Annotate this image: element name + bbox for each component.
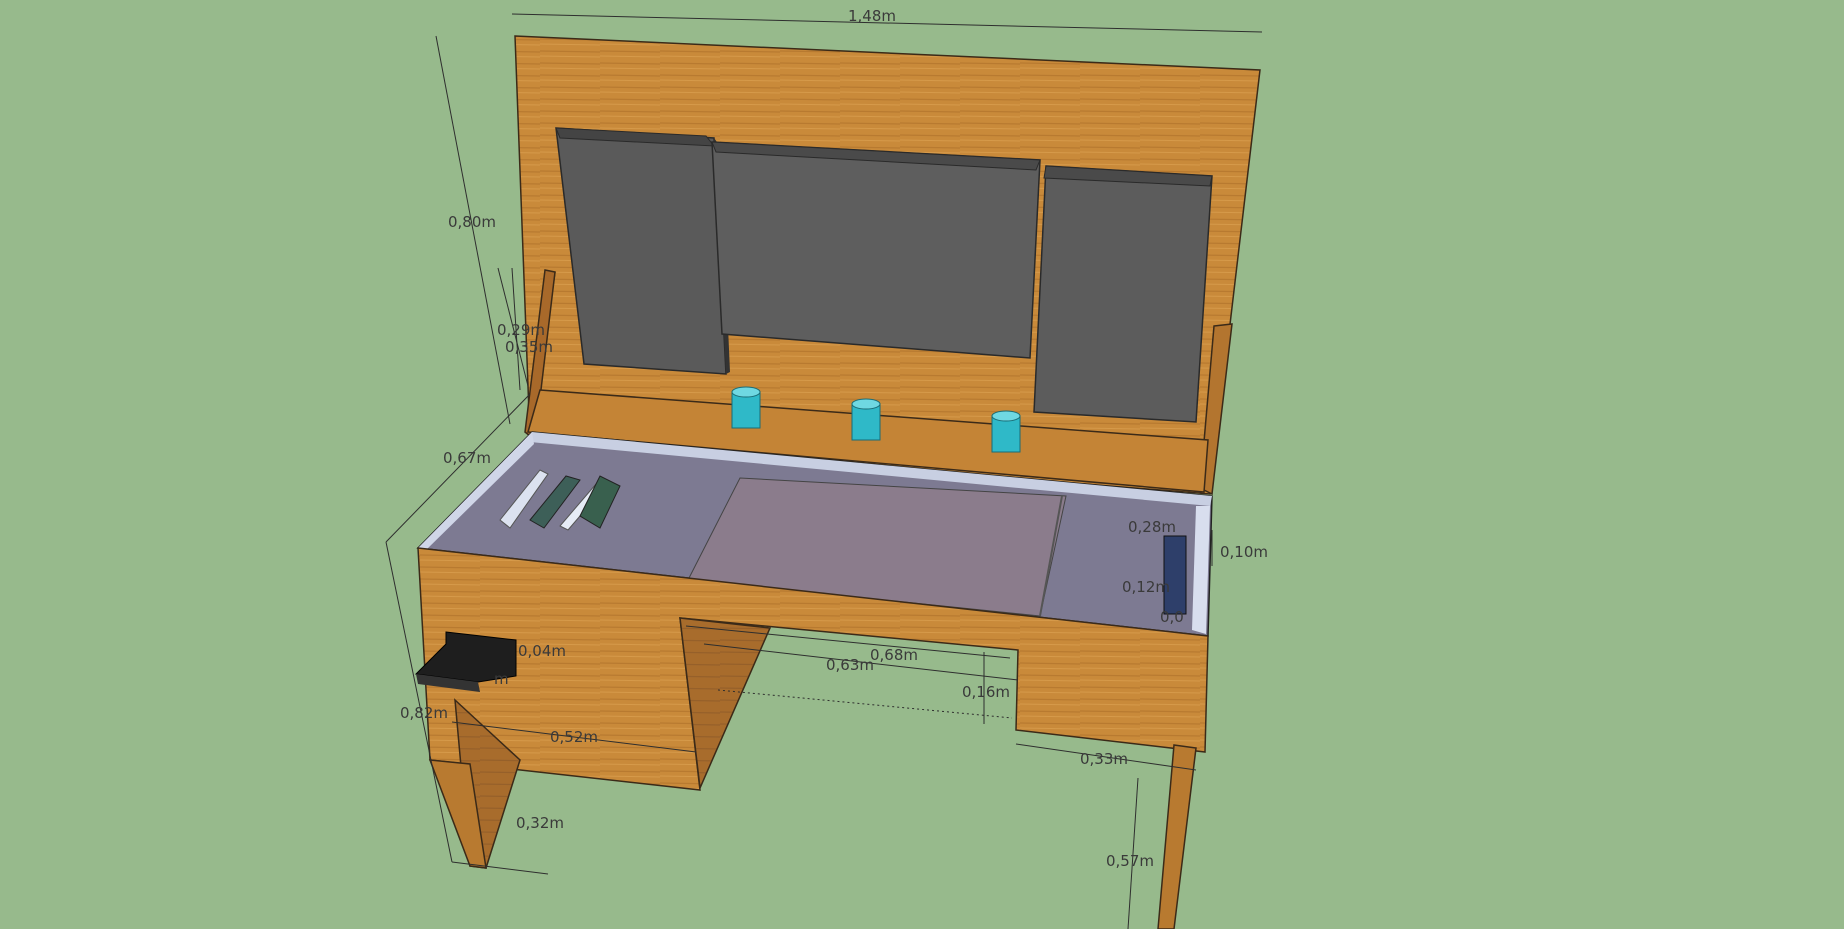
dim-width-top: 1,48m bbox=[848, 7, 896, 25]
dim-leg-height: 0,82m bbox=[400, 704, 448, 722]
dim-right-leg: 0,33m bbox=[1080, 750, 1128, 768]
dim-side-upper: 0,29m bbox=[497, 321, 545, 339]
dim-inner-a: 0,28m bbox=[1128, 518, 1176, 536]
dim-tray-h: 0,04m bbox=[518, 642, 566, 660]
left-monitor bbox=[555, 127, 730, 375]
dim-inner-b: 0,12m bbox=[1122, 578, 1170, 596]
dim-back-height: 0,80m bbox=[448, 213, 496, 231]
right-monitor bbox=[1033, 165, 1213, 423]
inner-item-right bbox=[1163, 535, 1187, 615]
center-monitor bbox=[711, 141, 1041, 359]
dim-tray-w: m bbox=[494, 670, 509, 688]
dim-recess-depth: 0,16m bbox=[962, 683, 1010, 701]
dim-box-height: 0,10m bbox=[1220, 543, 1268, 561]
dim-depth: 0,67m bbox=[443, 449, 491, 467]
cup-left bbox=[731, 386, 761, 429]
cup-right bbox=[991, 410, 1021, 453]
dim-recess-inner: 0,63m bbox=[826, 656, 874, 674]
cup-center bbox=[851, 398, 881, 441]
dim-inner-c: 0,0 bbox=[1160, 608, 1184, 626]
desk-model-diagram: 1,48m 0,80m 0,29m 0,35m 0,67m 0,82m 0,04… bbox=[385, 7, 1268, 929]
dim-inner-width: 0,52m bbox=[550, 728, 598, 746]
right-leg bbox=[1157, 744, 1197, 929]
dim-knee-height: 0,57m bbox=[1106, 852, 1154, 870]
dim-foot: 0,32m bbox=[516, 814, 564, 832]
dim-recess-outer: 0,68m bbox=[870, 646, 918, 664]
dim-side-mid: 0,35m bbox=[505, 338, 553, 356]
